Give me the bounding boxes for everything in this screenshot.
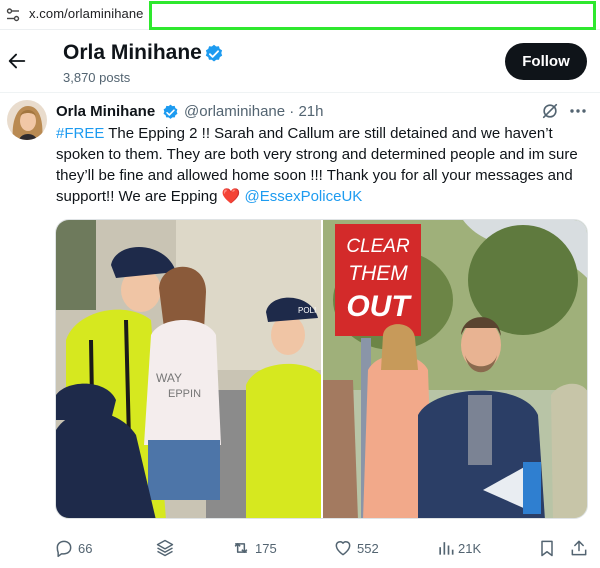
divider: [0, 92, 600, 93]
grok-icon[interactable]: [541, 102, 559, 120]
heart-icon: [335, 541, 351, 556]
bookmark-button[interactable]: [537, 530, 561, 566]
retweet-icon: [234, 543, 248, 553]
verified-badge-icon: [163, 104, 178, 119]
tune-icon[interactable]: [6, 7, 20, 23]
retweet-count: 175: [255, 541, 277, 556]
tweet-actions: 66 175 552 21K: [0, 530, 600, 566]
mention-link[interactable]: @EssexPoliceUK: [245, 188, 363, 205]
shirt-text-line-1: WAY: [156, 371, 182, 385]
reply-button[interactable]: 66: [54, 530, 114, 566]
placard-line-2: THEM: [348, 262, 408, 285]
highlight-box: [149, 1, 596, 30]
like-count: 552: [357, 541, 379, 556]
placard-line-3: OUT: [346, 290, 412, 323]
bookmark-icon: [541, 540, 553, 557]
heart-emoji: ❤️: [221, 188, 241, 205]
layers-button[interactable]: [155, 530, 185, 566]
police-badge-text: POLI: [298, 306, 316, 315]
shirt-text-line-2: EPPIN: [168, 388, 201, 400]
placard-line-1: CLEAR: [346, 236, 410, 257]
share-icon: [571, 540, 587, 556]
tweet-media: WAY EPPIN POLI CLEAR THEM OUT: [55, 219, 588, 519]
retweet-button[interactable]: 175: [231, 530, 291, 566]
verified-badge-icon: [205, 44, 223, 62]
avatar[interactable]: [7, 100, 47, 140]
follow-button[interactable]: Follow: [505, 43, 587, 80]
url-text[interactable]: x.com/orlaminihane: [29, 6, 144, 21]
more-options-icon[interactable]: [569, 103, 587, 119]
tweet-photo-1[interactable]: WAY EPPIN POLI: [56, 220, 321, 518]
reply-count: 66: [78, 541, 93, 556]
tweet-time[interactable]: · 21h: [289, 103, 323, 120]
browser-address-bar: x.com/orlaminihane: [0, 0, 600, 30]
profile-name: Orla Minihane: [63, 41, 202, 64]
views-count: 21K: [458, 541, 482, 556]
views-button[interactable]: 21K: [436, 530, 496, 566]
tweet-photo-2[interactable]: CLEAR THEM OUT: [323, 220, 587, 518]
tweet-handle[interactable]: @orlaminihane: [184, 103, 285, 120]
back-arrow-icon[interactable]: [6, 50, 28, 72]
tweet-text: #FREE The Epping 2 !! Sarah and Callum a…: [56, 123, 592, 207]
tweet-author-name[interactable]: Orla Minihane: [56, 103, 155, 120]
views-chart-icon: [439, 542, 454, 555]
like-button[interactable]: 552: [333, 530, 393, 566]
hashtag-link[interactable]: #FREE: [56, 125, 104, 142]
posts-count: 3,870 posts: [63, 70, 131, 85]
tweet-handle-time[interactable]: @orlaminihane · 21h: [184, 103, 324, 120]
share-button[interactable]: [569, 530, 593, 566]
layers-icon: [156, 539, 174, 557]
reply-icon: [56, 540, 72, 558]
